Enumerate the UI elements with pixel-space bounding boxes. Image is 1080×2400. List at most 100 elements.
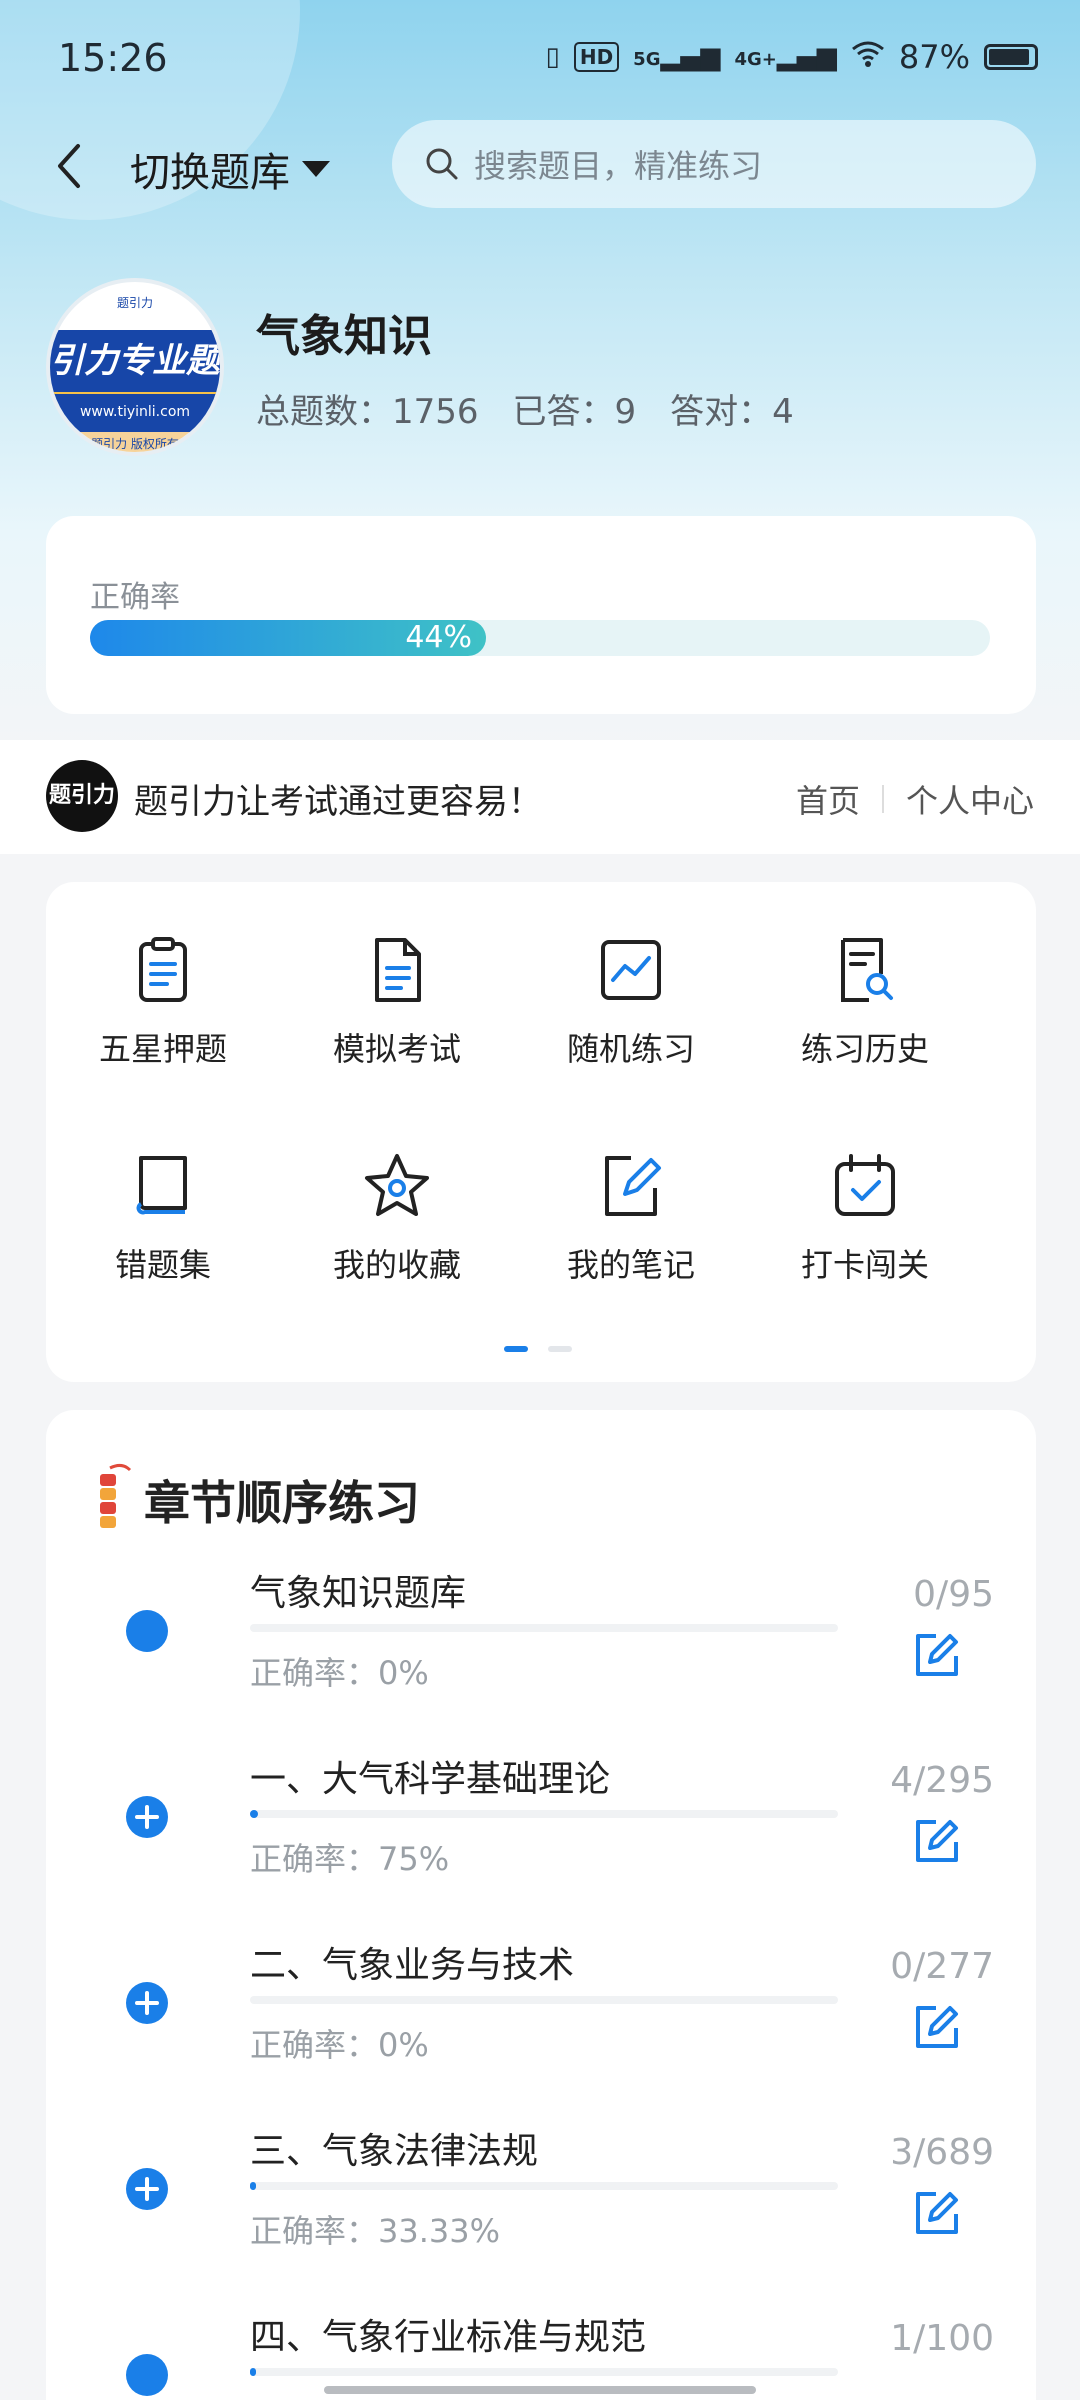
page-dot-active[interactable]	[504, 1346, 528, 1352]
total-questions: 总题数：1756	[256, 392, 479, 432]
chapter-row[interactable]: 气象知识题库 正确率：0% 0/95	[46, 1564, 1036, 1750]
page-dot[interactable]	[548, 1346, 572, 1352]
logo-copyright: 题引力 版权所有	[91, 437, 179, 451]
caret-down-icon	[302, 161, 330, 177]
status-time: 15:26	[58, 36, 168, 80]
clipboard-icon	[139, 937, 187, 1002]
search-icon	[426, 148, 458, 180]
document-icon	[375, 938, 421, 1002]
profile-link[interactable]: 个人中心	[906, 776, 1034, 822]
edit-icon	[916, 2006, 958, 2048]
chapter-count: 0/95	[913, 1574, 994, 1615]
plus-icon	[135, 2177, 159, 2201]
chapter-accuracy: 正确率：33.33%	[250, 2212, 501, 2250]
chapter-count: 1/100	[890, 2318, 994, 2359]
chapter-count: 3/689	[890, 2132, 994, 2173]
search-placeholder: 搜索题目，精准练习	[474, 147, 763, 185]
brand-logo: 题引力	[46, 760, 118, 832]
edit-icon	[916, 1634, 958, 1676]
chapter-row[interactable]: 一、大气科学基础理论 正确率：75% 4/295	[46, 1750, 1036, 1936]
switch-bank-label: 切换题库	[130, 150, 290, 196]
chapter-count: 0/277	[890, 1946, 994, 1987]
feature-label: 我的收藏	[332, 1246, 461, 1284]
feature-label: 练习历史	[800, 1030, 929, 1068]
feature-notes[interactable]: 我的笔记	[514, 1150, 748, 1310]
feature-practice-history[interactable]: 练习历史	[748, 934, 982, 1094]
chapter-progress-fill	[250, 2368, 256, 2376]
correct-count: 答对：4	[670, 392, 794, 432]
chapter-dot	[126, 2354, 168, 2396]
divider	[881, 785, 884, 813]
chapter-progress-track	[250, 2182, 838, 2190]
note-edit-icon	[605, 1156, 661, 1216]
feature-label: 我的笔记	[566, 1246, 695, 1284]
feature-wrong-questions[interactable]: 错题集	[46, 1150, 280, 1310]
status-icons: ▯ HD 5G▂▄▆ 4G+▂▄▆ 87%	[546, 38, 1038, 76]
search-input[interactable]: 搜索题目，精准练习	[392, 120, 1036, 208]
chapter-row[interactable]: 二、气象业务与技术 正确率：0% 0/277	[46, 1936, 1036, 2122]
chapter-progress-track	[250, 1624, 838, 1632]
chapter-practice-card: 章节顺序练习 气象知识题库 正确率：0% 0/95 一、大气科学基础理论 正确率…	[46, 1410, 1036, 2400]
edit-icon	[916, 1820, 958, 1862]
chapter-count: 4/295	[890, 1760, 994, 1801]
feature-favorites[interactable]: 我的收藏	[280, 1150, 514, 1310]
feature-mock-exam[interactable]: 模拟考试	[280, 934, 514, 1094]
home-indicator[interactable]	[324, 2386, 756, 2394]
chapter-progress-track	[250, 1996, 838, 2004]
feature-random-practice[interactable]: 随机练习	[514, 934, 748, 1094]
promo-banner: 题引力 题引力让考试通过更容易！ 首页 个人中心	[0, 740, 1080, 854]
chapter-practice-button[interactable]	[912, 1630, 962, 1680]
wifi-icon	[851, 40, 885, 75]
switch-bank-dropdown[interactable]: 切换题库	[130, 140, 330, 198]
chapter-name: 气象知识题库	[250, 1573, 467, 1614]
chapter-progress-track	[250, 2368, 838, 2376]
chapter-name: 二、气象业务与技术	[250, 1945, 575, 1986]
chapter-practice-button[interactable]	[912, 1816, 962, 1866]
chapter-progress-fill	[250, 2182, 256, 2190]
feature-grid: 五星押题 模拟考试 随机练习 练习历史 错题集 我的收藏 我的笔记 打卡闯关	[46, 882, 1036, 1382]
status-bar: 15:26 ▯ HD 5G▂▄▆ 4G+▂▄▆ 87%	[0, 0, 1080, 115]
chapter-name: 三、气象法律法规	[250, 2131, 539, 2172]
plus-icon	[135, 1991, 159, 2015]
chapter-progress-fill	[250, 1810, 258, 1818]
feature-label: 随机练习	[566, 1030, 695, 1068]
firecracker-icon	[92, 1460, 132, 1540]
home-link[interactable]: 首页	[796, 776, 860, 822]
logo-url-text: www.tiyinli.com	[79, 404, 191, 420]
chapter-practice-button[interactable]	[912, 2002, 962, 2052]
feature-label: 错题集	[114, 1246, 211, 1284]
expand-button[interactable]	[126, 1796, 168, 1838]
expand-button[interactable]	[126, 1982, 168, 2024]
chapter-row[interactable]: 三、气象法律法规 正确率：33.33% 3/689	[46, 2122, 1036, 2308]
chapter-progress-track	[250, 1810, 838, 1818]
star-icon	[365, 1154, 429, 1216]
feature-five-star[interactable]: 五星押题	[46, 934, 280, 1094]
feature-label: 五星押题	[98, 1030, 227, 1068]
chapter-section-title: 章节顺序练习	[144, 1476, 420, 1530]
answered-count: 已答：9	[512, 392, 637, 432]
feature-checkin[interactable]: 打卡闯关	[748, 1150, 982, 1310]
accuracy-card: 正确率 44%	[46, 516, 1036, 714]
back-button[interactable]	[48, 140, 88, 192]
top-nav: 切换题库 搜索题目，精准练习	[0, 118, 1080, 218]
banner-links: 首页 个人中心	[796, 776, 1034, 822]
chapter-name: 四、气象行业标准与规范	[250, 2317, 647, 2358]
logo-band-text: 引力专业题	[50, 330, 220, 392]
expand-button[interactable]	[126, 2168, 168, 2210]
chapter-practice-button[interactable]	[912, 2188, 962, 2238]
chapter-name: 一、大气科学基础理论	[250, 1759, 611, 1800]
bank-stats: 总题数：1756 已答：9 答对：4	[256, 384, 794, 433]
vibrate-icon: ▯	[545, 42, 560, 72]
banner-slogan: 题引力让考试通过更容易！	[134, 782, 542, 822]
book-icon	[136, 1156, 187, 1215]
chapter-accuracy: 正确率：0%	[250, 2026, 429, 2064]
battery-percent: 87%	[898, 38, 970, 76]
chapter-accuracy: 正确率：75%	[250, 1840, 450, 1878]
accuracy-progress-track: 44%	[90, 620, 990, 656]
accuracy-label: 正确率	[90, 580, 180, 615]
signal-4g-label: 4G+	[734, 49, 777, 70]
page-indicator	[504, 1346, 572, 1352]
signal-5g-icon: 5G▂▄▆	[633, 42, 721, 72]
calendar-check-icon	[835, 1154, 895, 1216]
history-search-icon	[841, 938, 893, 1002]
